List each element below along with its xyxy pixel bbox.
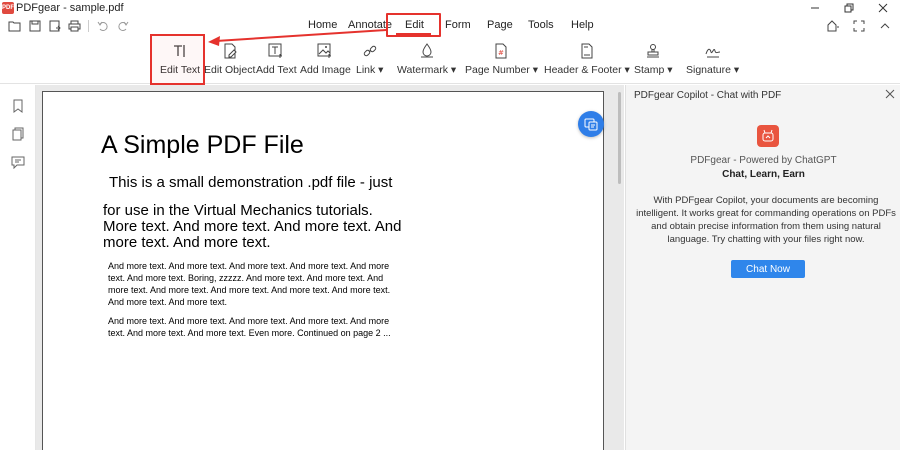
thumbnails-icon[interactable] bbox=[11, 127, 25, 141]
collapse-ribbon-icon[interactable] bbox=[878, 19, 892, 33]
copilot-panel: PDFgear Copilot - Chat with PDF PDFgear … bbox=[625, 85, 900, 450]
page-number-label: Page Number ▾ bbox=[465, 64, 538, 76]
stamp-tool[interactable]: Stamp ▾ bbox=[634, 42, 673, 82]
save-icon[interactable] bbox=[28, 19, 41, 32]
header-footer-icon bbox=[578, 42, 596, 60]
print-icon[interactable] bbox=[68, 19, 81, 32]
edit-object-label: Edit Object bbox=[204, 64, 256, 76]
add-text-icon bbox=[267, 42, 285, 60]
pdf-text-line: for use in the Virtual Mechanics tutoria… bbox=[103, 202, 373, 219]
page-number-icon: # bbox=[492, 42, 510, 60]
signature-label: Signature ▾ bbox=[686, 64, 740, 76]
right-toolbar bbox=[826, 19, 892, 33]
pdf-paragraph-line: And more text. And more text. And more t… bbox=[108, 261, 390, 271]
add-text-tool[interactable]: Add Text bbox=[256, 42, 297, 82]
restore-button[interactable] bbox=[832, 0, 866, 16]
copilot-icon bbox=[584, 118, 598, 131]
watermark-label: Watermark ▾ bbox=[397, 64, 457, 76]
menu-tools[interactable]: Tools bbox=[528, 19, 554, 31]
minimize-button[interactable] bbox=[798, 0, 832, 16]
copilot-powered-by: PDFgear - Powered by ChatGPT bbox=[690, 155, 837, 166]
edit-object-tool[interactable]: Edit Object bbox=[204, 42, 255, 82]
svg-text:#: # bbox=[498, 49, 504, 57]
copilot-tagline: Chat, Learn, Earn bbox=[722, 169, 805, 180]
toolbar-separator bbox=[88, 19, 89, 32]
save-as-icon[interactable] bbox=[48, 19, 61, 32]
close-panel-button[interactable] bbox=[884, 88, 896, 100]
copilot-header: PDFgear Copilot - Chat with PDF bbox=[634, 90, 782, 101]
watermark-tool[interactable]: Watermark ▾ bbox=[397, 42, 456, 82]
pdf-paragraph-line: And more text. And more text. bbox=[108, 297, 228, 307]
add-image-tool[interactable]: Add Image bbox=[300, 42, 351, 82]
document-scrollbar[interactable] bbox=[618, 92, 621, 184]
link-tool[interactable]: Link ▾ bbox=[356, 42, 383, 82]
add-image-label: Add Image bbox=[300, 64, 351, 76]
left-sidebar bbox=[0, 85, 36, 450]
close-window-button[interactable] bbox=[866, 0, 900, 16]
pdf-title: A Simple PDF File bbox=[101, 131, 304, 159]
pdf-text-line: more text. And more text. bbox=[103, 234, 271, 251]
pdf-paragraph-line: text. And more text. And more text. Even… bbox=[108, 328, 391, 338]
menu-row: Home Annotate Edit Form Page Tools Help bbox=[0, 16, 900, 36]
header-footer-tool[interactable]: Header & Footer ▾ bbox=[544, 42, 630, 82]
menu-help[interactable]: Help bbox=[571, 19, 594, 31]
bookmark-icon[interactable] bbox=[11, 99, 25, 113]
copilot-description: With PDFgear Copilot, your documents are… bbox=[636, 195, 896, 245]
chat-now-button[interactable]: Chat Now bbox=[731, 260, 805, 278]
pdf-text-line: This is a small demonstration .pdf file … bbox=[109, 174, 393, 191]
add-text-label: Add Text bbox=[256, 64, 297, 76]
watermark-icon bbox=[418, 42, 436, 60]
close-icon bbox=[878, 3, 888, 13]
window-controls bbox=[798, 0, 900, 16]
edit-text-highlight bbox=[150, 34, 205, 85]
pdf-paragraph-line: more text. And more text. And more text.… bbox=[108, 285, 391, 295]
menu-home[interactable]: Home bbox=[308, 19, 337, 31]
header-footer-label: Header & Footer ▾ bbox=[544, 64, 630, 76]
pdfgear-logo-icon: PDF bbox=[2, 2, 14, 14]
title-bar: PDF PDFgear - sample.pdf bbox=[0, 0, 900, 16]
open-folder-icon[interactable] bbox=[8, 19, 21, 32]
signature-tool[interactable]: Signature ▾ bbox=[686, 42, 739, 82]
close-icon bbox=[885, 89, 895, 99]
stamp-label: Stamp ▾ bbox=[634, 64, 673, 76]
pdf-paragraph-line: And more text. And more text. And more t… bbox=[108, 316, 390, 326]
copilot-float-button[interactable] bbox=[578, 111, 604, 137]
copilot-logo-icon bbox=[757, 125, 779, 147]
menu-page[interactable]: Page bbox=[487, 19, 513, 31]
pdf-text-line: More text. And more text. And more text.… bbox=[103, 218, 402, 235]
quick-access-toolbar bbox=[8, 19, 129, 32]
signature-icon bbox=[704, 42, 722, 60]
stamp-icon bbox=[644, 42, 662, 60]
menu-form[interactable]: Form bbox=[445, 19, 471, 31]
pdf-paragraph-line: text. And more text. Boring, zzzzz. And … bbox=[108, 273, 384, 283]
undo-icon[interactable] bbox=[96, 19, 109, 32]
restore-icon bbox=[844, 3, 854, 13]
fullscreen-icon[interactable] bbox=[852, 19, 866, 33]
link-icon bbox=[361, 42, 379, 60]
redo-icon[interactable] bbox=[116, 19, 129, 32]
link-label: Link ▾ bbox=[356, 64, 384, 76]
minimize-icon bbox=[811, 7, 819, 9]
edit-ribbon: Edit Text Edit Object Add Text Add Image… bbox=[0, 38, 900, 84]
add-image-icon bbox=[316, 42, 334, 60]
window-title: PDFgear - sample.pdf bbox=[16, 2, 124, 14]
comments-icon[interactable] bbox=[11, 155, 25, 169]
edit-tab-highlight bbox=[386, 13, 441, 37]
edit-object-icon bbox=[221, 42, 239, 60]
account-icon[interactable] bbox=[826, 19, 840, 33]
page-number-tool[interactable]: # Page Number ▾ bbox=[465, 42, 538, 82]
